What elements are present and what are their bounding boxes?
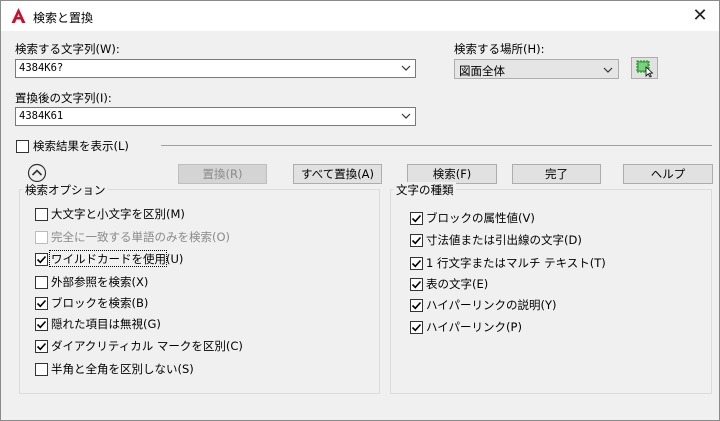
window-title: 検索と置換 [33, 11, 94, 25]
replace-all-button[interactable]: すべて置換(A) [293, 164, 382, 184]
check-icon [36, 299, 47, 308]
option-diacritics-checkbox[interactable] [35, 340, 48, 353]
option-xref-checkbox[interactable] [35, 276, 48, 289]
find-input[interactable]: 4384K6? [15, 59, 416, 78]
check-icon [411, 323, 422, 332]
type-label: 寸法値または引出線の文字(D) [426, 233, 582, 247]
option-label: 完全に一致する単語のみを検索(O) [51, 230, 231, 244]
select-objects-button[interactable] [631, 57, 658, 79]
close-icon: ✕ [692, 5, 708, 26]
text-types-title: 文字の種類 [394, 182, 456, 198]
type-table-text-checkbox[interactable] [410, 278, 423, 291]
chevron-down-icon [603, 67, 613, 73]
chevron-down-icon[interactable] [401, 62, 411, 74]
collapse-options-icon[interactable] [27, 163, 47, 183]
option-wildcard-checkbox[interactable] [35, 253, 48, 266]
type-block-attribute-checkbox[interactable] [410, 212, 423, 225]
divider [161, 145, 712, 146]
list-results-label: 検索結果を表示(L) [33, 139, 129, 153]
option-label: 大文字と小文字を区別(M) [51, 207, 185, 221]
type-hyperlink-description-checkbox[interactable] [410, 299, 423, 312]
replace-value: 4384K61 [19, 110, 64, 122]
option-half-full-width-checkbox[interactable] [35, 363, 48, 376]
option-search-blocks-checkbox[interactable] [35, 297, 48, 310]
option-ignore-hidden-checkbox[interactable] [35, 318, 48, 331]
type-label: 1 行文字またはマルチ テキスト(T) [426, 256, 606, 270]
where-label: 検索する場所(H): [454, 42, 545, 56]
replace-label: 置換後の文字列(I): [15, 91, 112, 105]
title-bar: 検索と置換 ✕ [1, 1, 719, 31]
find-replace-dialog: 検索と置換 ✕ 検索する文字列(W): 4384K6? 置換後の文字列(I): … [0, 0, 720, 421]
list-results-checkbox[interactable] [16, 140, 29, 153]
check-icon [411, 214, 422, 223]
close-button[interactable]: ✕ [687, 4, 713, 28]
check-icon [411, 280, 422, 289]
find-label: 検索する文字列(W): [15, 42, 120, 56]
find-button[interactable]: 検索(F) [407, 164, 497, 184]
replace-button[interactable]: 置換(R) [178, 164, 267, 184]
help-button[interactable]: ヘルプ [623, 164, 713, 184]
check-icon [36, 342, 47, 351]
option-label: 半角と全角を区別しない(S) [51, 362, 194, 376]
focus-indicator [49, 250, 167, 267]
type-hyperlink-checkbox[interactable] [410, 321, 423, 334]
check-icon [411, 236, 422, 245]
find-value: 4384K6? [19, 62, 64, 74]
autocad-logo-icon [11, 8, 26, 23]
select-objects-icon [636, 60, 654, 78]
check-icon [411, 259, 422, 268]
type-text-mtext-checkbox[interactable] [410, 257, 423, 270]
check-icon [411, 301, 422, 310]
done-button[interactable]: 完了 [512, 164, 601, 184]
search-options-title: 検索オプション [23, 182, 108, 198]
where-value: 図面全体 [459, 64, 505, 78]
type-label: ハイパーリンクの説明(Y) [426, 298, 557, 312]
replace-input[interactable]: 4384K61 [15, 107, 416, 126]
check-icon [36, 320, 47, 329]
where-select[interactable]: 図面全体 [454, 59, 619, 79]
type-label: ハイパーリンク(P) [426, 320, 522, 334]
option-whole-word-checkbox[interactable] [35, 231, 48, 244]
type-label: ブロックの属性値(V) [426, 211, 535, 225]
chevron-down-icon[interactable] [401, 110, 411, 122]
option-label: 外部参照を検索(X) [51, 275, 149, 289]
option-match-case-checkbox[interactable] [35, 208, 48, 221]
option-label: ダイアクリティカル マークを区別(C) [51, 339, 243, 353]
option-label: ブロックを検索(B) [51, 296, 149, 310]
option-label: 隠れた項目は無視(G) [51, 317, 161, 331]
type-label: 表の文字(E) [426, 277, 489, 291]
type-dimension-checkbox[interactable] [410, 234, 423, 247]
check-icon [36, 255, 47, 264]
